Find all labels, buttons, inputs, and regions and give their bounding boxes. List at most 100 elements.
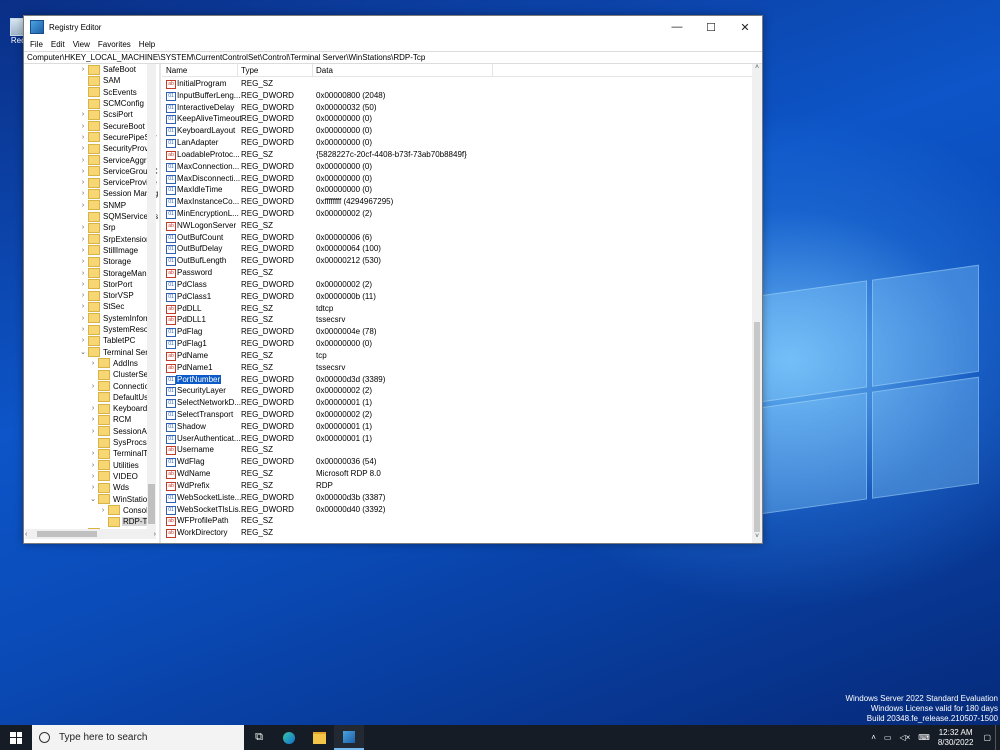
value-row[interactable]: 01 LanAdapter REG_DWORD 0x00000000 (0) [162, 137, 752, 149]
value-row[interactable]: ab LoadableProtoc... REG_SZ {5828227c-20cf-… [162, 149, 752, 161]
value-row[interactable]: ab PdDLL REG_SZ tdtcp [162, 303, 752, 315]
tree-item[interactable]: › VIDEO [89, 471, 139, 482]
value-row[interactable]: 01 SecurityLayer REG_DWORD 0x00000002 (2) [162, 385, 752, 397]
value-row[interactable]: ab PdDLL1 REG_SZ tssecsrv [162, 314, 752, 326]
value-row[interactable]: ab Password REG_SZ [162, 267, 752, 279]
scrollbar-thumb[interactable] [148, 484, 155, 524]
expand-arrow-icon[interactable]: › [89, 405, 97, 412]
column-header-name[interactable]: Name [166, 66, 187, 75]
value-row[interactable]: 01 MaxConnection... REG_DWORD 0x00000000 (0… [162, 161, 752, 173]
tree-item[interactable]: › SecureBoot [79, 121, 146, 132]
scrollbar-thumb[interactable] [37, 531, 97, 537]
network-icon[interactable]: ▭ [884, 733, 892, 742]
expand-arrow-icon[interactable]: › [79, 236, 87, 243]
show-desktop-button[interactable] [995, 725, 1000, 750]
edge-icon[interactable] [274, 725, 304, 750]
column-divider[interactable] [237, 64, 238, 76]
expand-arrow-icon[interactable]: › [79, 224, 87, 231]
tree-item[interactable]: › StillImage [79, 245, 139, 256]
tree-item[interactable]: › Console [99, 505, 153, 516]
column-header-type[interactable]: Type [241, 66, 258, 75]
expand-arrow-icon[interactable]: › [99, 507, 107, 514]
value-row[interactable]: 01 PdFlag REG_DWORD 0x0000004e (78) [162, 326, 752, 338]
expand-arrow-icon[interactable]: › [79, 326, 87, 333]
scroll-right-icon[interactable]: › [154, 531, 156, 538]
value-row[interactable]: ab WorkDirectory REG_SZ [162, 527, 752, 539]
tree-item[interactable]: › SystemResour [79, 324, 156, 335]
value-row[interactable]: ab InitialProgram REG_SZ [162, 78, 752, 90]
tree-item[interactable]: › Wds [89, 482, 130, 493]
column-header-data[interactable]: Data [316, 66, 333, 75]
value-row[interactable]: 01 InteractiveDelay REG_DWORD 0x00000032 (5… [162, 102, 752, 114]
volume-muted-icon[interactable]: ◁× [899, 733, 910, 742]
value-row[interactable]: 01 PdClass REG_DWORD 0x00000002 (2) [162, 279, 752, 291]
expand-arrow-icon[interactable]: › [89, 450, 97, 457]
tree-item[interactable]: › SrpExtensionC [79, 234, 157, 245]
expand-arrow-icon[interactable]: › [89, 383, 97, 390]
title-bar[interactable]: Registry Editor — ☐ ✕ [24, 16, 762, 38]
expand-arrow-icon[interactable]: › [79, 247, 87, 254]
tree-item[interactable]: › SafeBoot [79, 64, 137, 75]
value-row[interactable]: 01 MaxInstanceCo... REG_DWORD 0xffffffff (4… [162, 196, 752, 208]
tree-item[interactable]: ClusterSetti [89, 369, 155, 380]
tree-item[interactable]: › SessionArb [89, 426, 155, 437]
value-row[interactable]: 01 KeyboardLayout REG_DWORD 0x00000000 (0) [162, 125, 752, 137]
list-vertical-scrollbar[interactable]: ˄ ˅ [752, 64, 762, 543]
scroll-down-icon[interactable]: ˅ [752, 533, 762, 543]
tree-item[interactable]: › SecurePipeSer [79, 132, 158, 143]
value-row[interactable]: 01 MaxIdleTime REG_DWORD 0x00000000 (0) [162, 184, 752, 196]
expand-arrow-icon[interactable]: › [79, 123, 87, 130]
value-row[interactable]: 01 OutBufLength REG_DWORD 0x00000212 (530) [162, 255, 752, 267]
tree-item[interactable]: › Connection [89, 380, 154, 392]
value-row[interactable]: 01 SelectNetworkD... REG_DWORD 0x00000001 (… [162, 397, 752, 409]
value-row[interactable]: ab PdName REG_SZ tcp [162, 350, 752, 362]
value-row[interactable]: 01 Shadow REG_DWORD 0x00000001 (1) [162, 421, 752, 433]
value-row[interactable]: 01 PortNumber REG_DWORD 0x00000d3d (3389) [162, 374, 752, 386]
tree-item[interactable]: › SNMP [79, 200, 127, 211]
tree-item[interactable]: › StorageManag [79, 267, 156, 279]
scroll-left-icon[interactable]: ‹ [25, 531, 27, 538]
tree-item[interactable]: › ServiceAggreg [79, 154, 156, 166]
clock[interactable]: 12:32 AM 8/30/2022 [938, 728, 974, 748]
expand-arrow-icon[interactable]: › [79, 292, 87, 299]
tree-item[interactable]: SAM [79, 75, 121, 86]
expand-arrow-icon[interactable]: › [79, 315, 87, 322]
value-row[interactable]: 01 PdClass1 REG_DWORD 0x0000000b (11) [162, 291, 752, 303]
tree-vertical-scrollbar[interactable] [147, 64, 156, 529]
chevron-up-icon[interactable]: ˄ [871, 733, 876, 742]
taskbar-search-box[interactable]: Type here to search [32, 725, 244, 750]
tree-item[interactable]: SysProcs [89, 437, 148, 448]
task-view-icon[interactable]: ⧉ [244, 725, 274, 750]
keyboard-icon[interactable]: ⌨ [918, 733, 930, 742]
tree-item[interactable]: › TerminalTy [89, 448, 153, 459]
expand-arrow-icon[interactable]: › [79, 337, 87, 344]
tree-item[interactable]: › TabletPC [79, 335, 136, 346]
value-row[interactable]: ab NWLogonServer REG_SZ [162, 220, 752, 232]
notification-icon[interactable]: ▢ [983, 733, 991, 742]
pane-splitter[interactable] [159, 64, 161, 543]
expand-arrow-icon[interactable]: › [79, 179, 87, 186]
close-button[interactable]: ✕ [728, 16, 762, 38]
expand-arrow-icon[interactable]: › [79, 258, 87, 265]
tree-item[interactable]: SCMConfig [79, 98, 145, 109]
tree-item[interactable]: ⌄ WinStation [89, 493, 153, 505]
tree-item[interactable]: › StorVSP [79, 290, 135, 301]
value-row[interactable]: 01 UserAuthenticat... REG_DWORD 0x00000001 … [162, 433, 752, 445]
tree-item[interactable]: › RCM [89, 414, 132, 425]
value-row[interactable]: ab WdName REG_SZ Microsoft RDP 8.0 [162, 468, 752, 480]
expand-arrow-icon[interactable]: › [79, 134, 87, 141]
expand-arrow-icon[interactable]: › [79, 270, 87, 277]
maximize-button[interactable]: ☐ [694, 16, 728, 38]
tree-item[interactable]: › SecurityProvid [79, 143, 156, 154]
value-row[interactable]: 01 OutBufCount REG_DWORD 0x00000006 (6) [162, 232, 752, 244]
value-row[interactable]: 01 InputBufferLeng... REG_DWORD 0x00000800 … [162, 90, 752, 102]
tree-item[interactable]: › ScsiPort [79, 109, 134, 120]
address-bar[interactable]: Computer\HKEY_LOCAL_MACHINE\SYSTEM\Curre… [24, 51, 762, 64]
value-row[interactable]: 01 SelectTransport REG_DWORD 0x00000002 (2) [162, 409, 752, 421]
expand-arrow-icon[interactable]: › [79, 66, 87, 73]
expand-arrow-icon[interactable]: › [79, 202, 87, 209]
tree-item[interactable]: › Storage [79, 256, 132, 267]
tree-item[interactable]: › StorPort [79, 279, 133, 290]
tree-item[interactable]: › SystemInform [79, 313, 153, 324]
menu-view[interactable]: View [69, 40, 94, 49]
